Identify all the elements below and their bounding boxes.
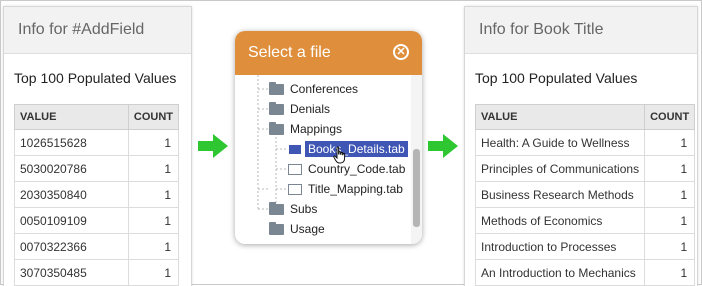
folder-icon — [269, 101, 284, 115]
cell-count: 1 — [127, 181, 180, 208]
column-header-count[interactable]: COUNT — [644, 104, 696, 130]
cell-value: An Introduction to Mechanics — [474, 259, 646, 286]
table-row[interactable]: 0070322366 1 — [14, 233, 180, 260]
cell-value: 3070350485 — [14, 259, 129, 286]
tree-folder-denials[interactable]: Denials — [269, 100, 330, 118]
cell-count: 1 — [127, 129, 180, 156]
file-icon — [288, 183, 302, 195]
cell-count: 1 — [127, 207, 180, 234]
table-header-row: VALUE COUNT — [474, 104, 696, 130]
column-header-value[interactable]: VALUE — [14, 104, 129, 130]
cell-value: Introduction to Processes — [474, 233, 646, 260]
table-row[interactable]: Methods of Economics 1 — [474, 207, 696, 234]
tree-item-label: Mappings — [290, 122, 343, 136]
column-header-value[interactable]: VALUE — [474, 104, 646, 130]
table-row[interactable]: 1026515628 1 — [14, 129, 180, 156]
table-header-row: VALUE COUNT — [14, 104, 180, 130]
tree-item-label: Subs — [290, 202, 318, 216]
tree-item-label: Books_Details.tab — [305, 141, 408, 157]
table-row[interactable]: Business Research Methods 1 — [474, 181, 696, 208]
cell-count: 1 — [644, 155, 696, 182]
cell-count: 1 — [644, 207, 696, 234]
table-row[interactable]: Principles of Communications 1 — [474, 155, 696, 182]
folder-icon — [269, 221, 284, 235]
tree-item-label: Title_Mapping.tab — [308, 182, 403, 196]
table-row[interactable]: 0050109109 1 — [14, 207, 180, 234]
tree-item-label: Conferences — [290, 82, 359, 96]
cell-value: Health: A Guide to Wellness — [474, 129, 646, 156]
cell-count: 1 — [127, 233, 180, 260]
table-row[interactable]: Introduction to Processes 1 — [474, 233, 696, 260]
file-icon — [288, 143, 302, 155]
arrow-right-icon — [198, 134, 228, 158]
cell-value: 2030350840 — [14, 181, 129, 208]
tree-folder-conferences[interactable]: Conferences — [269, 80, 358, 98]
cell-value: 5030020786 — [14, 155, 129, 182]
cell-count: 1 — [644, 129, 696, 156]
info-panel-book-title: Info for Book Title Top 100 Populated Va… — [464, 6, 698, 286]
info-panel-addfield: Info for #AddField Top 100 Populated Val… — [3, 6, 192, 286]
cell-count: 1 — [127, 259, 180, 286]
scrollbar-thumb[interactable] — [413, 149, 420, 227]
tree-scrollbar[interactable] — [411, 75, 422, 244]
cell-value: Methods of Economics — [474, 207, 646, 234]
panel-title: Info for #AddField — [4, 7, 191, 54]
panel-subtitle: Top 100 Populated Values — [14, 70, 177, 86]
tree-folder-mappings[interactable]: Mappings — [269, 120, 342, 138]
hand-pointer-icon — [333, 146, 346, 164]
cell-value: 0050109109 — [14, 207, 129, 234]
table-row[interactable]: An Introduction to Mechanics 1 — [474, 259, 696, 286]
folder-icon — [269, 201, 284, 215]
cell-value: 1026515628 — [14, 129, 129, 156]
select-file-dialog: Select a file ✕ Conferences Denials Mapp… — [235, 31, 422, 244]
table-row[interactable]: 3070350485 1 — [14, 259, 180, 286]
tree-file-books-details[interactable]: Books_Details.tab — [288, 140, 408, 158]
cell-count: 1 — [644, 233, 696, 260]
panel-title: Info for Book Title — [465, 7, 697, 54]
cell-count: 1 — [644, 181, 696, 208]
cell-value: Principles of Communications — [474, 155, 646, 182]
tree-item-label: Denials — [290, 102, 331, 116]
close-circle-icon[interactable]: ✕ — [393, 44, 409, 60]
tree-item-label: Country_Code.tab — [308, 162, 406, 176]
tree-folder-usage[interactable]: Usage — [269, 220, 325, 238]
folder-icon — [269, 121, 284, 135]
cell-value: 0070322366 — [14, 233, 129, 260]
cell-count: 1 — [644, 259, 696, 286]
table-row[interactable]: 5030020786 1 — [14, 155, 180, 182]
folder-icon — [269, 81, 284, 95]
values-table: VALUE COUNT Health: A Guide to Wellness 1… — [474, 104, 696, 286]
column-header-count[interactable]: COUNT — [127, 104, 180, 130]
file-tree: Conferences Denials Mappings Books_Detai… — [235, 75, 411, 244]
cell-count: 1 — [127, 155, 180, 182]
tree-item-label: Usage — [290, 222, 325, 236]
file-icon — [288, 163, 302, 175]
tree-folder-subs[interactable]: Subs — [269, 200, 317, 218]
cell-value: Business Research Methods — [474, 181, 646, 208]
tree-file-title-mapping[interactable]: Title_Mapping.tab — [288, 180, 403, 198]
table-row[interactable]: Health: A Guide to Wellness 1 — [474, 129, 696, 156]
dialog-title: Select a file — [248, 44, 331, 61]
values-table: VALUE COUNT 1026515628 1 5030020786 1 2030… — [14, 104, 180, 286]
arrow-right-icon — [428, 134, 458, 158]
panel-subtitle: Top 100 Populated Values — [475, 70, 638, 86]
dialog-header: Select a file ✕ — [235, 31, 422, 75]
table-row[interactable]: 2030350840 1 — [14, 181, 180, 208]
